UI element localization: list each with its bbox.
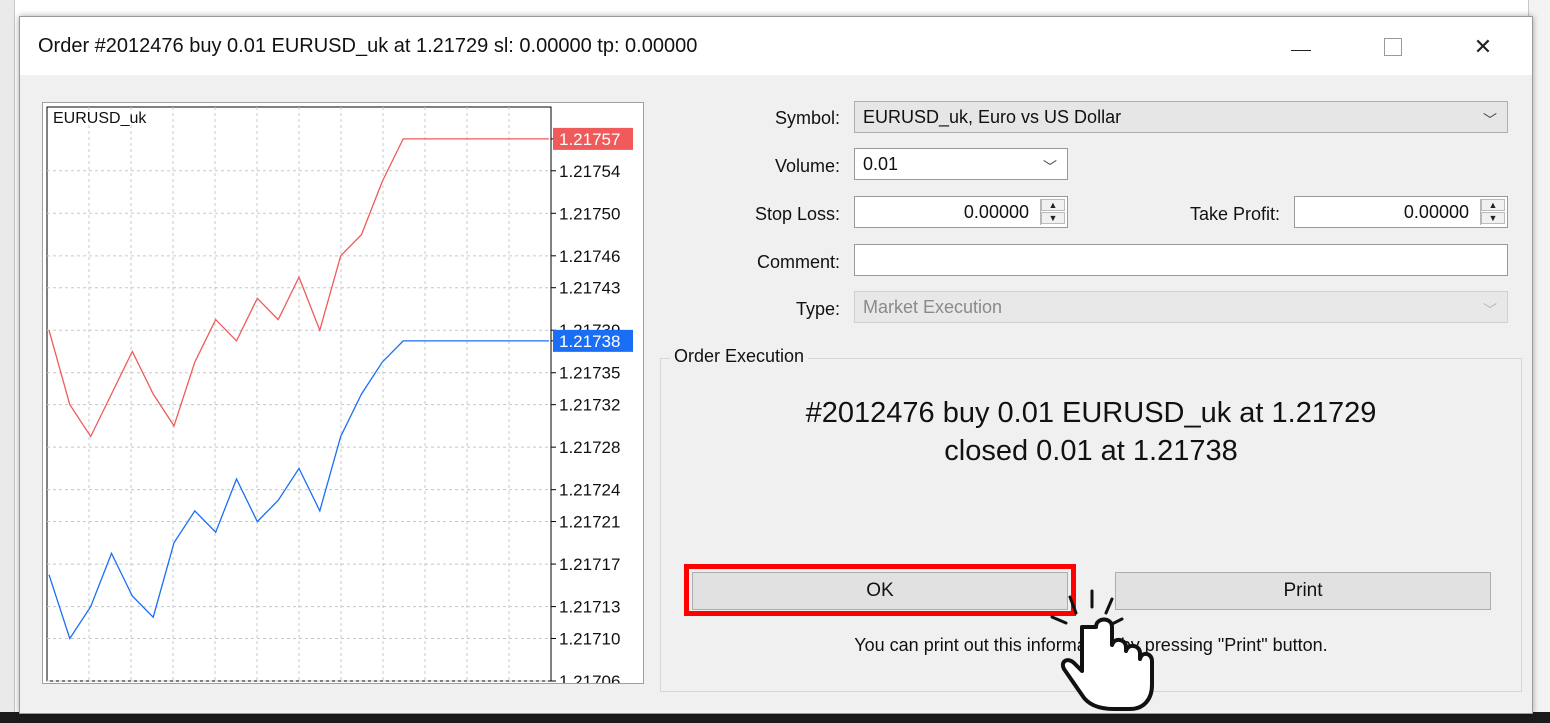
y-tick-label: 1.21724 <box>559 481 620 500</box>
close-icon: ✕ <box>1473 34 1493 59</box>
ask-price-label: 1.21757 <box>559 130 620 149</box>
volume-combo[interactable]: 0.01 ﹀ <box>854 148 1068 180</box>
y-tick-label: 1.21735 <box>559 364 620 383</box>
execution-result-line2: closed 0.01 at 1.21738 <box>944 435 1238 467</box>
type-label: Type: <box>795 299 840 319</box>
close-button[interactable]: ✕ <box>1456 27 1510 67</box>
y-tick-label: 1.21732 <box>559 396 620 415</box>
chevron-down-icon: ﹀ <box>1483 302 1497 318</box>
tick-chart-svg: 1.21757 1.21754 1.21750 1.21746 1.21743 1.217… <box>46 106 633 683</box>
spin-up-icon[interactable]: ▲ <box>1481 199 1505 211</box>
chart-symbol-label: EURUSD_uk <box>53 110 147 127</box>
y-tick-label: 1.21728 <box>559 438 620 457</box>
maximize-button[interactable] <box>1366 27 1420 67</box>
order-dialog: Order #2012476 buy 0.01 EURUSD_uk at 1.2… <box>19 16 1533 714</box>
y-tick-label: 1.21713 <box>559 598 620 617</box>
ok-button-highlight <box>684 564 1076 616</box>
symbol-label: Symbol: <box>774 108 840 128</box>
execution-result-line1: #2012476 buy 0.01 EURUSD_uk at 1.21729 <box>805 397 1377 429</box>
type-select: Market Execution ﹀ <box>854 291 1508 323</box>
y-tick-label: 1.21746 <box>559 247 620 266</box>
takeprofit-label: Take Profit: <box>1189 204 1280 224</box>
y-tick-label: 1.21717 <box>559 555 620 574</box>
volume-label: Volume: <box>774 156 840 176</box>
volume-value: 0.01 <box>863 153 899 174</box>
y-tick-label: 1.21754 <box>559 162 620 181</box>
background-left-edge <box>0 0 15 723</box>
takeprofit-value: 0.00000 <box>1403 201 1469 222</box>
stoploss-spinner[interactable]: ▲ ▼ <box>1040 199 1065 225</box>
stoploss-label: Stop Loss: <box>754 204 840 224</box>
print-button[interactable]: Print <box>1115 572 1491 610</box>
stoploss-field[interactable]: 0.00000 ▲ ▼ <box>854 196 1068 228</box>
bid-price-label: 1.21738 <box>559 332 620 351</box>
maximize-icon <box>1384 38 1402 56</box>
takeprofit-field[interactable]: 0.00000 ▲ ▼ <box>1294 196 1508 228</box>
minimize-icon <box>1291 49 1311 51</box>
order-execution-title: Order Execution <box>670 346 809 367</box>
chevron-down-icon: ﹀ <box>1043 159 1057 175</box>
symbol-select[interactable]: EURUSD_uk, Euro vs US Dollar ﹀ <box>854 101 1508 133</box>
symbol-value: EURUSD_uk, Euro vs US Dollar <box>863 106 1122 127</box>
y-tick-label: 1.21721 <box>559 513 620 532</box>
spin-down-icon[interactable]: ▼ <box>1041 212 1065 224</box>
window-title: Order #2012476 buy 0.01 EURUSD_uk at 1.2… <box>38 35 698 57</box>
comment-label: Comment: <box>756 252 840 272</box>
title-bar[interactable]: Order #2012476 buy 0.01 EURUSD_uk at 1.2… <box>20 17 1532 75</box>
minimize-button[interactable] <box>1274 27 1328 67</box>
y-tick-label: 1.21706 <box>559 672 620 683</box>
chevron-down-icon: ﹀ <box>1483 112 1497 128</box>
spin-up-icon[interactable]: ▲ <box>1041 199 1065 211</box>
type-value: Market Execution <box>863 296 1003 317</box>
takeprofit-spinner[interactable]: ▲ ▼ <box>1480 199 1505 225</box>
pointer-hand-icon <box>1050 589 1154 711</box>
spin-down-icon[interactable]: ▼ <box>1481 212 1505 224</box>
y-tick-label: 1.21710 <box>559 629 620 648</box>
print-button-label: Print <box>1283 580 1323 601</box>
y-tick-label: 1.21743 <box>559 279 620 298</box>
tick-chart: 1.21757 1.21754 1.21750 1.21746 1.21743 1.217… <box>42 102 644 684</box>
comment-input[interactable] <box>854 244 1508 276</box>
y-tick-label: 1.21750 <box>559 204 620 223</box>
stoploss-value: 0.00000 <box>963 201 1029 222</box>
